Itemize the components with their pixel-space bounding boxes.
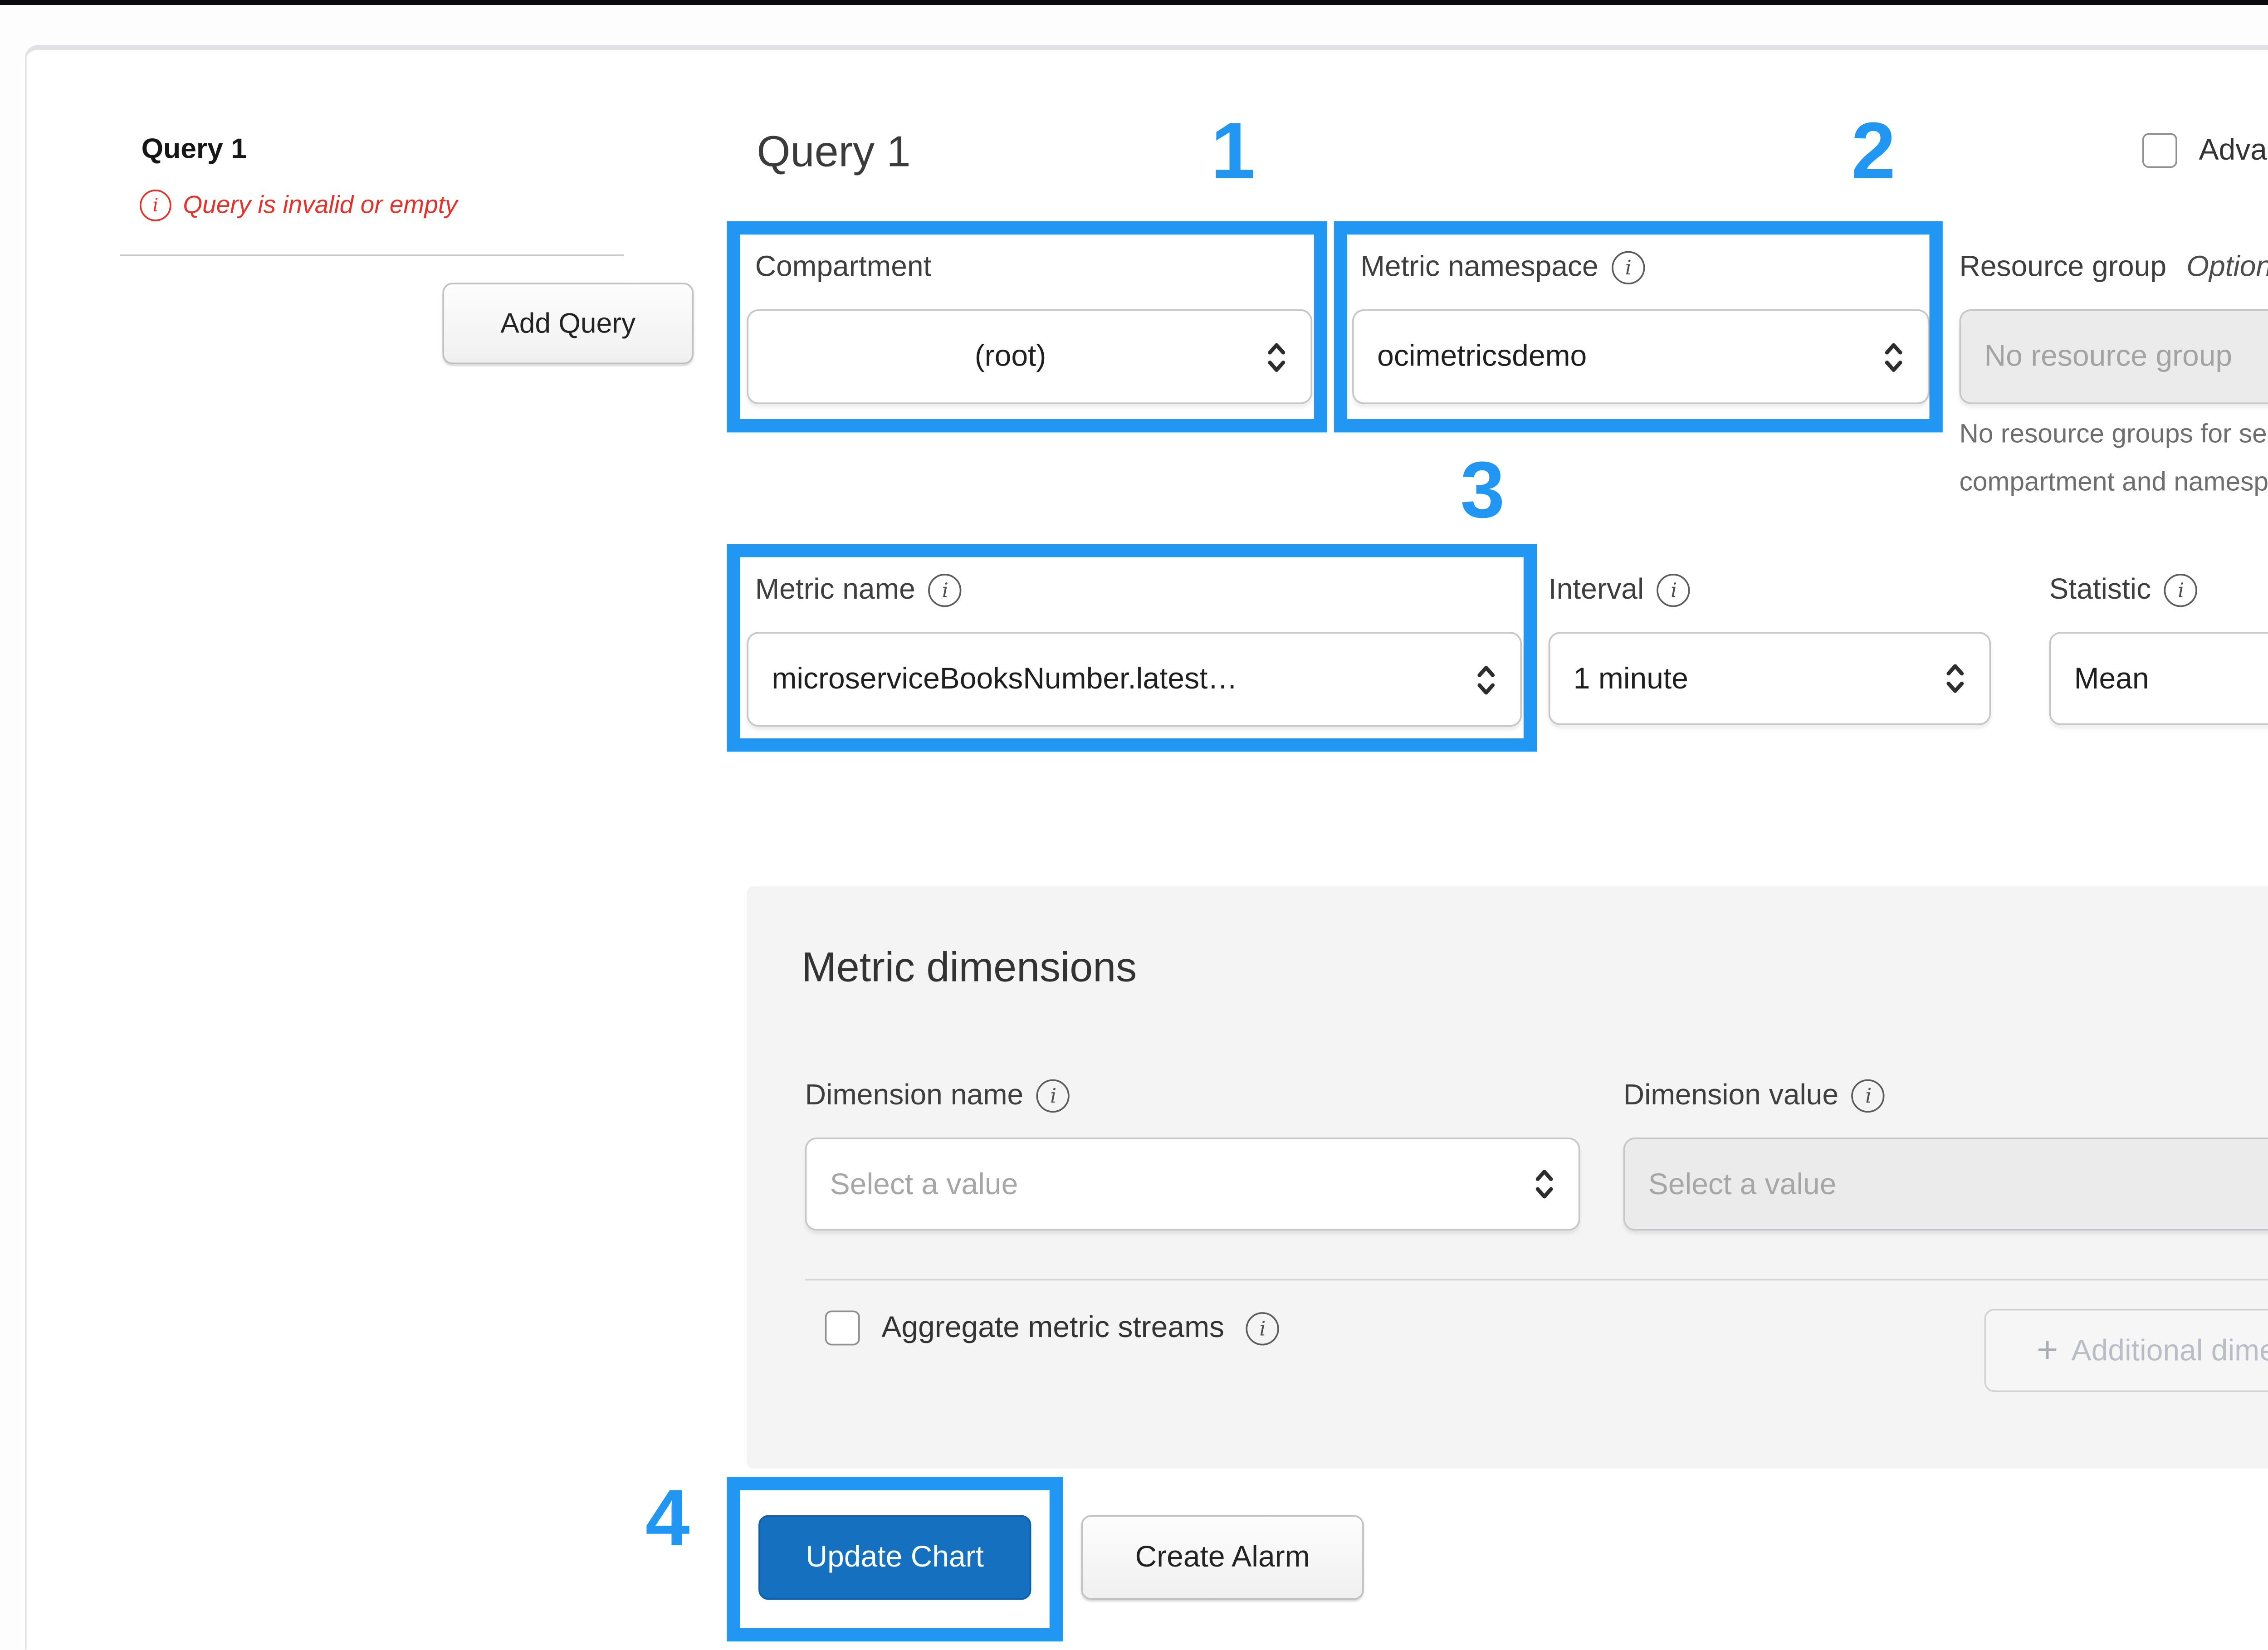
sidebar-query-title: Query 1	[141, 133, 247, 165]
resource-group-select[interactable]: No resource group	[1959, 309, 2268, 405]
statistic-value: Mean	[2074, 661, 2149, 694]
advanced-mode-label: Advanced mode	[2199, 133, 2268, 166]
advanced-mode-row: Advanced mode	[2142, 133, 2268, 168]
dimension-name-placeholder: Select a value	[830, 1167, 1018, 1200]
error-info-icon: i	[140, 190, 171, 221]
metric-dimensions-divider	[805, 1279, 2268, 1281]
dimension-name-select[interactable]: Select a value	[805, 1137, 1580, 1231]
update-chart-button[interactable]: Update Chart	[758, 1515, 1031, 1600]
metric-namespace-select[interactable]: ocimetricsdemo	[1352, 309, 1930, 405]
dimension-value-label-row: Dimension value i	[1623, 1078, 1885, 1113]
resource-group-helper-line2: compartment and namespace	[1959, 469, 2268, 498]
info-icon[interactable]: i	[1612, 250, 1645, 284]
aggregate-checkbox[interactable]	[825, 1310, 860, 1346]
compartment-label: Compartment	[755, 249, 932, 283]
metric-name-select[interactable]: microserviceBooksNumber.latest…	[747, 632, 1522, 727]
step-marker-2: 2	[1851, 108, 1896, 196]
metric-namespace-label: Metric namespace	[1360, 249, 1598, 283]
step-marker-1: 1	[1211, 108, 1256, 196]
compartment-value: (root)	[974, 339, 1046, 373]
dimension-name-label-row: Dimension name i	[805, 1078, 1070, 1113]
statistic-label-row: Statistic i	[2049, 572, 2198, 607]
step-marker-3: 3	[1460, 447, 1505, 536]
plus-icon: +	[2037, 1328, 2058, 1371]
select-caret-icon	[1944, 659, 1966, 698]
dimension-value-label: Dimension value	[1623, 1078, 1839, 1111]
info-icon[interactable]: i	[2164, 573, 2198, 606]
info-icon[interactable]: i	[1246, 1311, 1280, 1345]
interval-label: Interval	[1548, 572, 1644, 605]
interval-select[interactable]: 1 minute	[1548, 632, 1991, 725]
top-window-bar	[0, 0, 2268, 5]
statistic-select[interactable]: Mean	[2049, 632, 2268, 725]
metric-dimensions-title: Metric dimensions	[802, 944, 1137, 991]
statistic-label: Statistic	[2049, 572, 2151, 605]
metric-namespace-value: ocimetricsdemo	[1377, 339, 1587, 373]
aggregate-label: Aggregate metric streams	[881, 1310, 1225, 1344]
info-icon[interactable]: i	[929, 573, 962, 606]
metric-name-label-row: Metric name i	[755, 572, 962, 607]
metric-namespace-label-row: Metric namespace i	[1360, 249, 1645, 284]
resource-group-optional-label: Optional	[2186, 249, 2268, 283]
select-caret-icon	[1883, 337, 1905, 377]
select-caret-icon	[1534, 1164, 1555, 1204]
dimension-name-label: Dimension name	[805, 1078, 1024, 1111]
screen: Query 1 i Query is invalid or empty Add …	[0, 0, 2268, 1650]
select-caret-icon	[1475, 659, 1497, 699]
dimension-value-select[interactable]: Select a value	[1623, 1137, 2268, 1231]
resource-group-helper-line1: No resource groups for selected	[1959, 420, 2268, 449]
select-caret-icon	[1266, 337, 1287, 377]
metric-name-value: microserviceBooksNumber.latest…	[772, 662, 1238, 695]
info-icon[interactable]: i	[1657, 573, 1691, 606]
info-icon[interactable]: i	[1852, 1078, 1885, 1112]
create-alarm-button[interactable]: Create Alarm	[1081, 1515, 1364, 1600]
query-error-message: i Query is invalid or empty	[140, 190, 458, 221]
add-query-button[interactable]: Add Query	[442, 283, 694, 365]
resource-group-label: Resource group	[1959, 249, 2167, 283]
resource-group-value: No resource group	[1984, 339, 2233, 373]
dimension-value-placeholder: Select a value	[1648, 1167, 1837, 1200]
additional-dimension-button[interactable]: + Additional dimension	[1984, 1308, 2268, 1392]
sidebar-divider	[120, 254, 624, 256]
aggregate-row: Aggregate metric streams i	[825, 1310, 1280, 1346]
resource-group-label-row: Resource group Optional i	[1959, 249, 2268, 284]
info-icon[interactable]: i	[1036, 1078, 1070, 1112]
compartment-select[interactable]: (root)	[747, 309, 1313, 405]
step-marker-4: 4	[645, 1475, 690, 1563]
metric-name-label: Metric name	[755, 572, 915, 605]
additional-dimension-label: Additional dimension	[2071, 1333, 2268, 1367]
advanced-mode-checkbox[interactable]	[2142, 133, 2177, 168]
error-text: Query is invalid or empty	[183, 191, 458, 220]
interval-value: 1 minute	[1573, 661, 1688, 694]
interval-label-row: Interval i	[1549, 572, 1691, 607]
page-title: Query 1	[757, 126, 911, 176]
